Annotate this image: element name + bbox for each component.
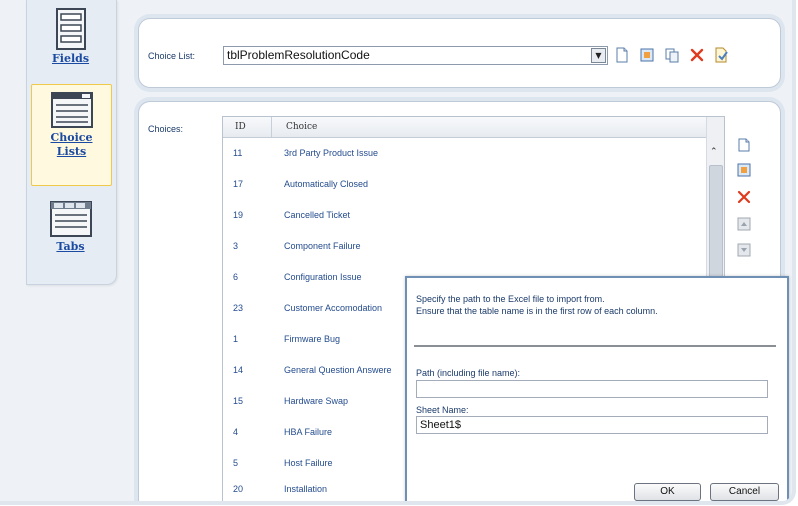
row-choice: Automatically Closed: [284, 179, 369, 189]
choice-list-select-value: tblProblemResolutionCode: [227, 48, 370, 62]
nav-label-tabs: Tabs: [56, 240, 85, 253]
row-id: 17: [233, 179, 244, 189]
delete-choice-icon[interactable]: [737, 190, 751, 204]
table-row[interactable]: 19 Cancelled Ticket: [223, 200, 706, 231]
dialog-instruction-1: Specify the path to the Excel file to im…: [416, 294, 605, 304]
copy-list-icon[interactable]: [664, 47, 680, 63]
row-id: 4: [233, 427, 239, 437]
grid-header: ID Choice: [223, 117, 706, 138]
path-label: Path (including file name):: [416, 368, 521, 378]
row-choice: Host Failure: [284, 458, 333, 468]
row-choice: Firmware Bug: [284, 334, 341, 344]
sheet-name-input[interactable]: Sheet1$: [416, 416, 768, 434]
row-id: 11: [233, 148, 243, 158]
row-choice: General Question Answere: [284, 365, 392, 375]
choices-label: Choices:: [148, 124, 184, 134]
fields-icon: [55, 8, 86, 50]
scroll-up-icon[interactable]: ⌃: [710, 147, 718, 157]
ok-button[interactable]: OK: [634, 483, 701, 501]
row-id: 5: [233, 458, 239, 468]
move-up-icon[interactable]: [737, 217, 751, 231]
tabs-icon: [49, 201, 92, 237]
new-list-icon[interactable]: [614, 47, 630, 63]
nav-item-choice-lists[interactable]: Choice Lists: [31, 84, 112, 186]
row-id: 14: [233, 365, 244, 375]
edit-list-icon[interactable]: [639, 47, 655, 63]
row-choice: Installation: [284, 484, 328, 494]
left-nav: Fields Choice Lists Tabs: [26, 0, 117, 285]
row-id: 6: [233, 272, 239, 282]
choice-list-select[interactable]: tblProblemResolutionCode ▼: [223, 46, 608, 65]
sheet-name-label: Sheet Name:: [416, 405, 469, 415]
table-row[interactable]: 17 Automatically Closed: [223, 169, 706, 200]
application-frame: Fields Choice Lists Tabs Choice List: tb…: [0, 0, 796, 505]
import-excel-dialog: Specify the path to the Excel file to im…: [405, 276, 789, 501]
row-id: 15: [233, 396, 244, 406]
row-choice: Cancelled Ticket: [284, 210, 351, 220]
row-choice: Component Failure: [284, 241, 361, 251]
choice-lists-icon: [50, 92, 93, 128]
import-excel-icon[interactable]: [713, 47, 729, 63]
choice-list-label: Choice List:: [148, 51, 196, 61]
header-separator: [271, 117, 272, 137]
dialog-divider: [414, 345, 776, 347]
scroll-thumb[interactable]: [709, 165, 723, 277]
edit-choice-icon[interactable]: [737, 163, 751, 177]
dialog-instruction-2: Ensure that the table name is in the fir…: [416, 306, 658, 316]
cancel-button[interactable]: Cancel: [710, 483, 779, 501]
nav-item-fields[interactable]: Fields: [31, 8, 110, 66]
add-choice-icon[interactable]: [737, 138, 751, 152]
row-choice: HBA Failure: [284, 427, 333, 437]
nav-label-fields: Fields: [51, 52, 90, 65]
row-choice: Customer Accomodation: [284, 303, 383, 313]
row-id: 19: [233, 210, 244, 220]
row-choice: Configuration Issue: [284, 272, 362, 282]
row-id: 23: [233, 303, 244, 313]
move-down-icon[interactable]: [737, 243, 751, 257]
delete-list-icon[interactable]: [689, 47, 705, 63]
row-id: 20: [233, 484, 244, 494]
row-choice: 3rd Party Product Issue: [284, 148, 379, 158]
row-choice: Hardware Swap: [284, 396, 349, 406]
row-id: 1: [233, 334, 239, 344]
nav-label-lists: Lists: [56, 145, 87, 158]
nav-label-choice: Choice: [50, 131, 93, 144]
chevron-down-icon[interactable]: ▼: [591, 48, 606, 63]
row-id: 3: [233, 241, 239, 251]
sheet-name-value: Sheet1$: [420, 419, 461, 431]
path-input[interactable]: [416, 380, 768, 398]
nav-item-tabs[interactable]: Tabs: [31, 200, 110, 254]
header-id: ID: [235, 122, 246, 132]
table-row[interactable]: 3 Component Failure: [223, 231, 706, 262]
header-choice: Choice: [286, 122, 318, 132]
table-row[interactable]: 11 3rd Party Product Issue: [223, 138, 706, 169]
